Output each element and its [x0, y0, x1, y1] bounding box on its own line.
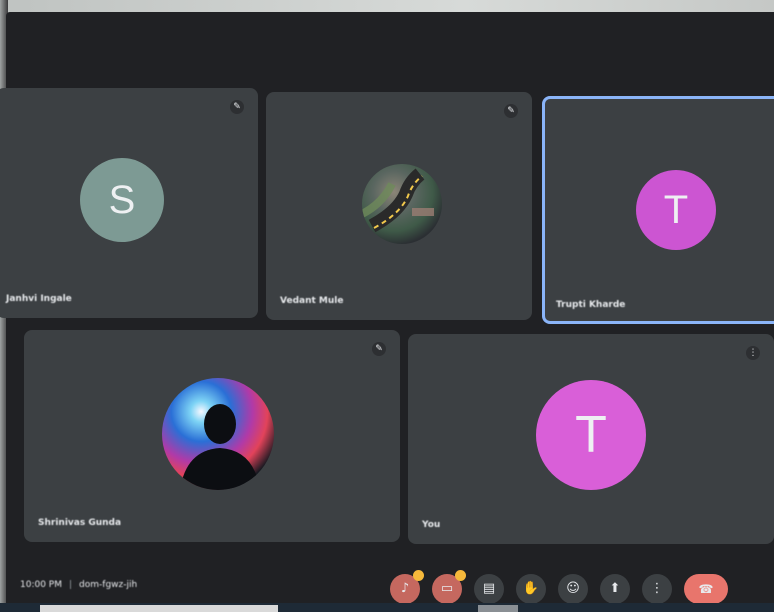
- taskbar-item[interactable]: [478, 605, 518, 612]
- participant-name-self: You: [422, 520, 441, 530]
- separator: |: [69, 580, 73, 590]
- participant-tile-self[interactable]: ⋮ T You: [408, 334, 774, 544]
- more-options-button[interactable]: ⋮: [642, 574, 672, 604]
- avatar: T: [536, 380, 646, 490]
- raise-hand-button[interactable]: ✋: [516, 574, 546, 604]
- person-silhouette-icon: [180, 404, 260, 490]
- participant-tile[interactable]: ✎ Shrinivas Gunda: [24, 330, 400, 542]
- participant-name: Trupti Kharde: [556, 300, 626, 310]
- mic-off-icon: ♪: [400, 581, 410, 596]
- monitor-screen: ✎ S Janhvi Ingale ✎ Vedant Mule T Trupti…: [0, 0, 774, 612]
- reactions-button[interactable]: ☺: [558, 574, 588, 604]
- avatar: T: [636, 170, 716, 250]
- leave-call-button[interactable]: ☎: [684, 574, 728, 604]
- meeting-code[interactable]: dom-fgwz-jih: [79, 580, 137, 590]
- camera-toggle-button[interactable]: ▭: [432, 570, 466, 604]
- captions-icon: ▤: [482, 581, 496, 596]
- participant-name: Janhvi Ingale: [6, 294, 72, 304]
- participant-tile[interactable]: ✎ S Janhvi Ingale: [0, 88, 258, 318]
- avatar: [162, 378, 274, 490]
- present-screen-icon: ⬆: [609, 581, 621, 596]
- avatar: [362, 164, 442, 244]
- warning-badge: [455, 570, 466, 581]
- road-photo-icon: [362, 168, 434, 233]
- meeting-time: 10:00 PM: [20, 580, 62, 590]
- hang-up-icon: ☎: [698, 582, 714, 596]
- participant-tile[interactable]: ✎ Vedant Mule: [266, 92, 532, 320]
- taskbar-item[interactable]: [40, 605, 278, 612]
- meeting-window: ✎ S Janhvi Ingale ✎ Vedant Mule T Trupti…: [0, 12, 774, 612]
- warning-badge: [413, 570, 424, 581]
- raise-hand-icon: ✋: [522, 581, 540, 596]
- mic-off-icon: ✎: [372, 342, 386, 356]
- avatar: S: [80, 158, 164, 242]
- participant-name: Shrinivas Gunda: [38, 518, 122, 528]
- meeting-details: 10:00 PM | dom-fgwz-jih: [20, 580, 137, 590]
- participant-tile-active[interactable]: T Trupti Kharde: [542, 96, 774, 324]
- mic-off-icon: ✎: [504, 104, 518, 118]
- captions-button[interactable]: ▤: [474, 574, 504, 604]
- emoji-icon: ☺: [566, 581, 580, 596]
- more-options-icon[interactable]: ⋮: [746, 346, 760, 360]
- mic-toggle-button[interactable]: ♪: [390, 570, 424, 604]
- participant-name: Vedant Mule: [280, 296, 344, 306]
- os-taskbar: [0, 603, 774, 612]
- mic-off-icon: ✎: [230, 100, 244, 114]
- camera-off-icon: ▭: [440, 581, 454, 596]
- more-options-icon: ⋮: [650, 581, 664, 596]
- present-screen-button[interactable]: ⬆: [600, 574, 630, 604]
